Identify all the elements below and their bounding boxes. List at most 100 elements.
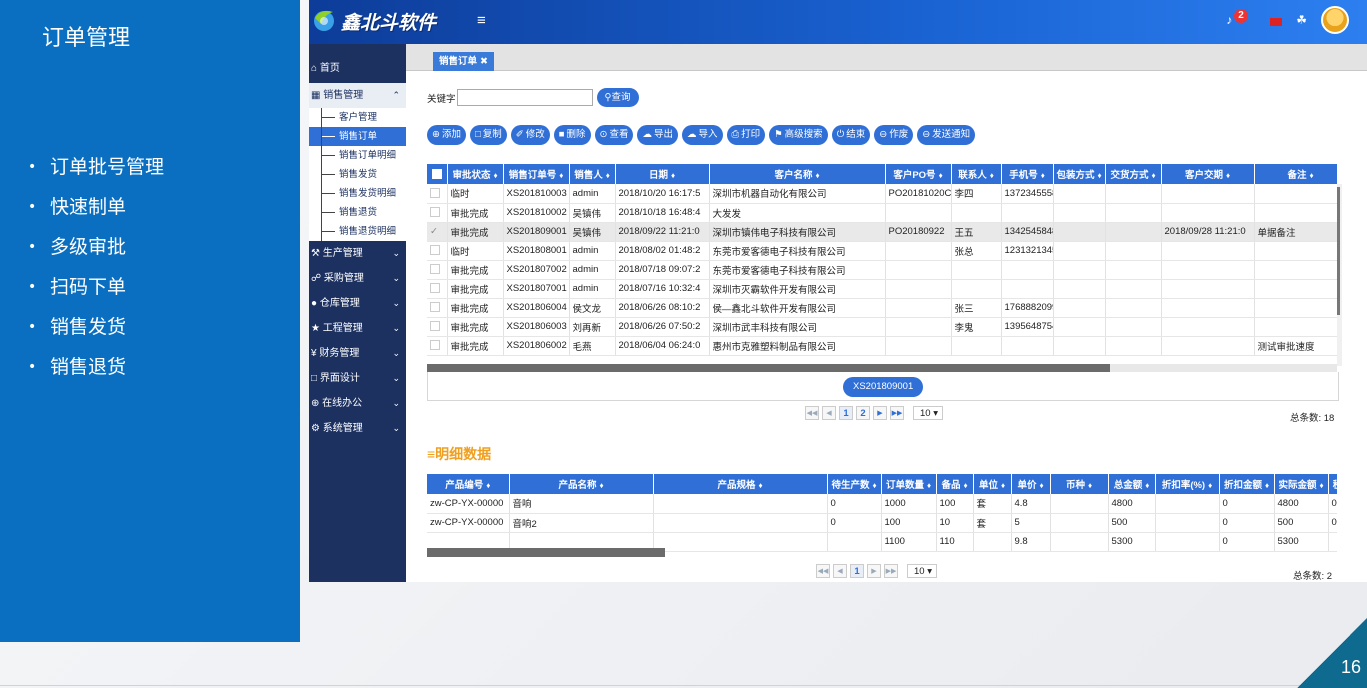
column-header[interactable]: 审批状态 ♦	[447, 164, 504, 184]
column-header[interactable]: 折扣率(%) ♦	[1155, 474, 1220, 494]
table-row[interactable]: ✓ 审批完成 XS201809001 吴镇伟 2018/09/22 11:21:0 深圳市…	[427, 222, 1337, 242]
toolbar-button[interactable]: ⊕ 添加	[427, 125, 466, 145]
column-header[interactable]: 税	[1328, 474, 1337, 494]
last-page-icon[interactable]: ▶▶	[890, 406, 904, 420]
page-size-select[interactable]: 10 ▾	[907, 564, 937, 578]
column-header[interactable]: 手机号 ♦	[1001, 164, 1054, 184]
sidebar-item-module[interactable]: ⊕ 在线办公 ⌄	[309, 391, 406, 416]
column-header[interactable]: 产品规格 ♦	[653, 474, 828, 494]
table-row[interactable]: 审批完成 XS201807002 admin 2018/07/18 09:07:2 东莞…	[427, 260, 1337, 280]
column-header[interactable]: 实际金额 ♦	[1274, 474, 1329, 494]
sidebar-subitem[interactable]: 客户管理	[309, 108, 406, 127]
next-page-icon[interactable]: ▶	[867, 564, 881, 578]
table-row[interactable]: 临时 XS201810003 admin 2018/10/20 16:17:5 深圳市机…	[427, 184, 1337, 204]
page-number-button[interactable]: 1	[839, 406, 853, 420]
toolbar-button[interactable]: ⏻ 结束	[831, 125, 871, 145]
column-header[interactable]: 产品名称 ♦	[509, 474, 654, 494]
menu-toggle-icon[interactable]: ≡	[477, 12, 486, 29]
row-checkbox[interactable]	[427, 184, 448, 204]
column-header[interactable]: 备注 ♦	[1254, 164, 1337, 184]
sidebar-item-module[interactable]: ⚙ 系统管理 ⌄	[309, 416, 406, 441]
selected-order-pill[interactable]: XS201809001	[843, 377, 924, 397]
column-header[interactable]: 产品编号 ♦	[427, 474, 510, 494]
row-checkbox[interactable]	[427, 203, 448, 223]
vertical-scrollbar[interactable]	[1337, 184, 1342, 366]
row-checkbox[interactable]	[427, 260, 448, 280]
horizontal-scrollbar[interactable]	[427, 364, 1337, 372]
column-header[interactable]: 单价 ♦	[1011, 474, 1051, 494]
row-checkbox[interactable]: ✓	[427, 222, 448, 242]
keyword-input[interactable]	[456, 89, 593, 106]
table-row[interactable]: 审批完成 XS201806002 毛燕 2018/06/04 06:24:0 惠州市克雅…	[427, 336, 1337, 356]
toolbar-button[interactable]: ⚑ 高级搜索	[769, 125, 828, 145]
row-checkbox[interactable]	[427, 317, 448, 337]
column-header[interactable]: 联系人 ♦	[951, 164, 1002, 184]
toolbar-button[interactable]: ⎙ 打印	[726, 125, 766, 145]
last-page-icon[interactable]: ▶▶	[884, 564, 898, 578]
sidebar-item-module[interactable]: ☍ 采购管理 ⌄	[309, 266, 406, 291]
toolbar-button[interactable]: ☁ 导入	[682, 125, 723, 145]
toolbar-button[interactable]: ⊙ 查看	[594, 125, 634, 145]
toolbar-button[interactable]: ■ 删除	[553, 125, 591, 145]
scrollbar-thumb[interactable]	[1337, 187, 1340, 315]
sidebar-subitem[interactable]: 销售退货明细	[309, 222, 406, 241]
avatar[interactable]	[1321, 6, 1349, 34]
sidebar-item-module[interactable]: ⚒ 生产管理 ⌄	[309, 241, 406, 266]
column-header[interactable]: 日期 ♦	[615, 164, 710, 184]
sidebar-item-module[interactable]: ¥ 财务管理 ⌄	[309, 341, 406, 366]
table-row[interactable]: 审批完成 XS201806004 侯文龙 2018/06/26 08:10:2 侯—鑫北…	[427, 298, 1337, 318]
page-number-button[interactable]: 1	[850, 564, 864, 578]
page-number-button[interactable]: 2	[856, 406, 870, 420]
column-header[interactable]: 销售人 ♦	[569, 164, 616, 184]
toolbar-button[interactable]: ⊖ 发送通知	[917, 125, 976, 145]
table-row[interactable]: 审批完成 XS201810002 吴镇伟 2018/10/18 16:48:4 大发发	[427, 203, 1337, 223]
sidebar-item-home[interactable]: ⌂ 首页	[309, 56, 406, 81]
scrollbar-thumb[interactable]	[427, 364, 1110, 372]
bell-icon[interactable]: ♪ 2	[1226, 9, 1248, 27]
table-row[interactable]: zw-CP-YX-00000 音响 0 1000 100 套 4.8 4800 0 4800 0	[427, 494, 1337, 514]
toolbar-button[interactable]: ⊖ 作废	[874, 125, 914, 145]
column-header[interactable]: 销售订单号 ♦	[503, 164, 570, 184]
close-icon[interactable]: ✖	[480, 56, 488, 67]
row-checkbox[interactable]	[427, 279, 448, 299]
column-header[interactable]: 单位 ♦	[973, 474, 1012, 494]
sidebar-subitem[interactable]: 销售订单明细	[309, 146, 406, 165]
shirt-icon[interactable]: ☘	[1296, 13, 1307, 27]
table-row[interactable]: 审批完成 XS201807001 admin 2018/07/16 10:32:4 深圳…	[427, 279, 1337, 299]
sidebar-item-module[interactable]: ● 仓库管理 ⌄	[309, 291, 406, 316]
select-all-checkbox[interactable]	[427, 164, 448, 184]
column-header[interactable]: 客户名称 ♦	[709, 164, 886, 184]
table-row[interactable]: 审批完成 XS201806003 刘再新 2018/06/26 07:50:2 深圳市武…	[427, 317, 1337, 337]
column-header[interactable]: 备品 ♦	[936, 474, 974, 494]
column-header[interactable]: 待生产数 ♦	[827, 474, 882, 494]
row-checkbox[interactable]	[427, 241, 448, 261]
sidebar-subitem[interactable]: 销售发货明细	[309, 184, 406, 203]
tab-sales-order[interactable]: 销售订单 ✖	[433, 52, 494, 71]
sidebar-subitem[interactable]: 销售订单	[309, 127, 406, 146]
column-header[interactable]: 总金额 ♦	[1108, 474, 1156, 494]
column-header[interactable]: 订单数量 ♦	[881, 474, 937, 494]
sidebar-item-sales[interactable]: ▦ 销售管理 ⌃	[309, 83, 406, 108]
table-row[interactable]: zw-CP-YX-00000 音响2 0 100 10 套 5 500 0 500 0	[427, 513, 1337, 533]
first-page-icon[interactable]: ◀◀	[816, 564, 830, 578]
column-header[interactable]: 客户PO号 ♦	[885, 164, 952, 184]
toolbar-button[interactable]: ☁ 导出	[637, 125, 678, 145]
query-button[interactable]: ⚲查询	[596, 88, 639, 107]
column-header[interactable]: 客户交期 ♦	[1161, 164, 1255, 184]
sidebar-subitem[interactable]: 销售发货	[309, 165, 406, 184]
sidebar-item-module[interactable]: ★ 工程管理 ⌄	[309, 316, 406, 341]
row-checkbox[interactable]	[427, 298, 448, 318]
column-header[interactable]: 折扣金额 ♦	[1219, 474, 1275, 494]
sidebar-item-module[interactable]: □ 界面设计 ⌄	[309, 366, 406, 391]
prev-page-icon[interactable]: ◀	[833, 564, 847, 578]
toolbar-button[interactable]: □ 复制	[469, 125, 507, 145]
page-size-select[interactable]: 10 ▾	[913, 406, 943, 420]
column-header[interactable]: 交货方式 ♦	[1105, 164, 1162, 184]
row-checkbox[interactable]	[427, 336, 448, 356]
horizontal-scrollbar[interactable]	[427, 548, 665, 557]
column-header[interactable]: 包装方式 ♦	[1053, 164, 1106, 184]
column-header[interactable]: 币种 ♦	[1050, 474, 1109, 494]
sidebar-subitem[interactable]: 销售退货	[309, 203, 406, 222]
table-row[interactable]: 临时 XS201808001 admin 2018/08/02 01:48:2 东莞市爱…	[427, 241, 1337, 261]
first-page-icon[interactable]: ◀◀	[805, 406, 819, 420]
